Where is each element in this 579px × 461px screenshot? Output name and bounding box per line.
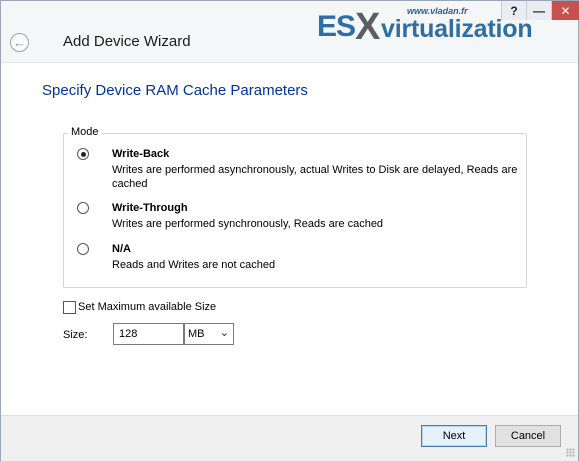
option-title-write-through: Write-Through <box>112 202 188 214</box>
watermark-url: www.vladan.fr <box>407 6 468 16</box>
mode-legend: Mode <box>68 126 102 138</box>
option-desc-write-back: Writes are performed asynchronously, act… <box>112 164 518 190</box>
size-label: Size: <box>63 329 88 341</box>
cancel-button[interactable]: Cancel <box>495 425 561 447</box>
back-button[interactable]: ← <box>10 33 29 52</box>
page-heading: Specify Device RAM Cache Parameters <box>42 82 308 99</box>
next-button[interactable]: Next <box>421 425 487 447</box>
wizard-window: ← Add Device Wizard ES X virtualization … <box>0 0 579 461</box>
size-input[interactable] <box>113 323 184 345</box>
radio-write-through[interactable] <box>77 202 89 214</box>
max-size-checkbox[interactable] <box>63 301 76 314</box>
unit-select[interactable]: MB ⌄ <box>184 323 234 345</box>
option-desc-na: Reads and Writes are not cached <box>112 259 276 271</box>
resize-grip-icon[interactable] <box>566 448 575 457</box>
help-button[interactable]: ? <box>501 1 526 20</box>
radio-na[interactable] <box>77 243 89 255</box>
option-title-write-back: Write-Back <box>112 148 170 160</box>
option-title-na: N/A <box>112 243 131 255</box>
max-size-label: Set Maximum available Size <box>78 301 217 313</box>
window-title: Add Device Wizard <box>63 33 191 50</box>
minimize-button[interactable]: — <box>526 1 551 20</box>
back-arrow-icon: ← <box>13 35 26 50</box>
watermark-x: X <box>355 6 381 48</box>
close-icon: ✕ <box>560 3 571 18</box>
option-desc-write-through: Writes are performed synchronously, Read… <box>112 218 384 230</box>
help-icon: ? <box>510 3 518 18</box>
unit-select-value: MB <box>188 328 205 340</box>
minimize-icon: — <box>533 3 545 18</box>
radio-write-back[interactable] <box>77 148 89 160</box>
watermark-es: ES <box>317 10 356 43</box>
wizard-footer <box>1 415 578 461</box>
title-bar: ← Add Device Wizard ES X virtualization … <box>1 1 579 63</box>
close-button[interactable]: ✕ <box>551 1 579 20</box>
chevron-down-icon: ⌄ <box>219 327 229 339</box>
